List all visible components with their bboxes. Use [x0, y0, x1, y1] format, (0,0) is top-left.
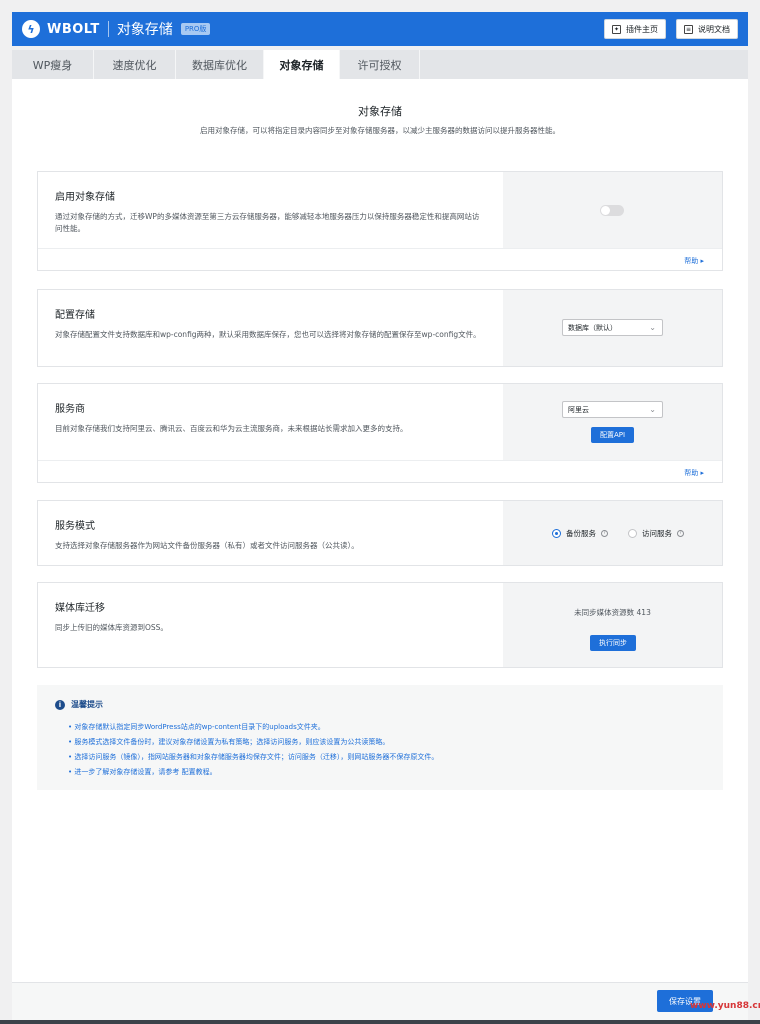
tips-box: i 温馨提示 对象存储默认指定同步WordPress站点的wp-content目… [37, 685, 723, 790]
document-icon: ≡ [684, 24, 693, 34]
page-title: 对象存储 [358, 105, 402, 118]
provider-title: 服务商 [55, 404, 85, 415]
list-item: 对象存储默认指定同步WordPress站点的wp-content目录下的uplo… [68, 720, 705, 735]
page-description: 启用对象存储，可以将指定目录内容同步至对象存储服务器，以减少主服务器的数据访问以… [200, 126, 560, 135]
plugin-home-button[interactable]: ✦ 插件主页 [604, 19, 666, 39]
provider-footer: 帮助 ▸ [38, 460, 722, 482]
backup-service-label[interactable]: 备份服务 [566, 528, 596, 539]
config-storage-info: 配置存储 对象存储配置文件支持数据库和wp-config两种，默认采用数据库保存… [38, 290, 503, 357]
configure-api-button[interactable]: 配置API [591, 427, 634, 443]
list-item: 选择访问服务（镜像），指网站服务器和对象存储服务器均保存文件；访问服务（迁移），… [68, 750, 705, 765]
unsynced-media-count: 未同步媒体资源数 413 [574, 608, 651, 617]
list-item: 服务模式选择文件备份时，建议对象存储设置为私有策略；选择访问服务，则应该设置为公… [68, 735, 705, 750]
config-storage-card: 配置存储 对象存储配置文件支持数据库和wp-config两种，默认采用数据库保存… [37, 289, 723, 367]
tab-license[interactable]: 许可授权 [340, 50, 420, 79]
docs-button[interactable]: ≡ 说明文档 [676, 19, 738, 39]
config-storage-title: 配置存储 [55, 310, 95, 321]
puzzle-icon: ✦ [612, 24, 621, 34]
service-mode-card: 服务模式 支持选择对象存储服务器作为网站文件备份服务器（私有）或者文件访问服务器… [37, 500, 723, 566]
enable-storage-card: 启用对象存储 通过对象存储的方式，迁移WP的多媒体资源至第三方云存储服务器，能够… [37, 171, 723, 271]
enable-storage-footer: 帮助 ▸ [38, 248, 722, 270]
media-migrate-control: 未同步媒体资源数 413 执行同步 [503, 583, 722, 667]
header-actions: ✦ 插件主页 ≡ 说明文档 [604, 19, 738, 39]
tab-bar: WP瘦身 速度优化 数据库优化 对象存储 许可授权 [12, 50, 748, 79]
info-icon: i [55, 699, 65, 710]
provider-card: 服务商 目前对象存储我们支持阿里云、腾讯云、百度云和华为云主流服务商，未来根据站… [37, 383, 723, 483]
enable-storage-title: 启用对象存储 [55, 192, 115, 203]
provider-help-link[interactable]: 帮助 ▸ [684, 468, 704, 478]
tips-list: 对象存储默认指定同步WordPress站点的wp-content目录下的uplo… [55, 720, 705, 780]
sync-now-button[interactable]: 执行同步 [590, 635, 636, 651]
tab-object-storage[interactable]: 对象存储 [264, 50, 340, 79]
chevron-down-icon: ⌄ [649, 405, 656, 414]
chevron-down-icon: ⌄ [649, 323, 656, 332]
header-bar: ϟ WBOLT 对象存储 PRO版 ✦ 插件主页 ≡ 说明文档 [12, 12, 748, 46]
config-storage-description: 对象存储配置文件支持数据库和wp-config两种，默认采用数据库保存，您也可以… [55, 330, 481, 339]
help-question-icon[interactable]: ? [677, 530, 684, 537]
bottom-strip [0, 1020, 760, 1024]
tips-title: 温馨提示 [71, 700, 103, 709]
enable-storage-info: 启用对象存储 通过对象存储的方式，迁移WP的多媒体资源至第三方云存储服务器，能够… [38, 172, 503, 251]
service-mode-title: 服务模式 [55, 521, 95, 532]
list-item[interactable]: 进一步了解对象存储设置，请参考 配置教程。 [68, 765, 705, 780]
media-migrate-card: 媒体库迁移 同步上传旧的媒体库资源到OSS。 未同步媒体资源数 413 执行同步 [37, 582, 723, 668]
provider-control: 阿里云 ⌄ 配置API [503, 384, 722, 460]
wbolt-logo-icon: ϟ [22, 20, 40, 38]
config-storage-control: 数据库（默认） ⌄ [503, 290, 722, 366]
provider-info: 服务商 目前对象存储我们支持阿里云、腾讯云、百度云和华为云主流服务商，未来根据站… [38, 384, 503, 451]
help-question-icon[interactable]: ? [601, 530, 608, 537]
access-service-label[interactable]: 访问服务 [642, 528, 672, 539]
brand-name: WBOLT [47, 21, 100, 37]
pro-badge: PRO版 [180, 23, 211, 35]
config-storage-select[interactable]: 数据库（默认） ⌄ [562, 319, 663, 336]
provider-selected: 阿里云 [568, 405, 589, 414]
config-storage-selected: 数据库（默认） [568, 323, 617, 332]
enable-storage-toggle[interactable] [600, 205, 624, 216]
service-mode-options: 备份服务 ? 访问服务 ? [552, 528, 684, 539]
plugin-home-label: 插件主页 [626, 24, 658, 34]
enable-storage-control [503, 172, 722, 248]
media-migrate-description: 同步上传旧的媒体库资源到OSS。 [55, 623, 168, 632]
footer-bar [12, 982, 748, 1020]
tab-wp-slim[interactable]: WP瘦身 [12, 50, 94, 79]
watermark-text: www.yun88.cn [690, 1001, 760, 1011]
docs-label: 说明文档 [698, 24, 730, 34]
tab-database[interactable]: 数据库优化 [176, 50, 264, 79]
backup-service-radio[interactable] [552, 529, 561, 538]
provider-select[interactable]: 阿里云 ⌄ [562, 401, 663, 418]
provider-description: 目前对象存储我们支持阿里云、腾讯云、百度云和华为云主流服务商，未来根据站长需求加… [55, 424, 408, 433]
main-panel: 对象存储 启用对象存储，可以将指定目录内容同步至对象存储服务器，以减少主服务器的… [12, 79, 748, 982]
service-mode-info: 服务模式 支持选择对象存储服务器作为网站文件备份服务器（私有）或者文件访问服务器… [38, 501, 503, 568]
tab-speed[interactable]: 速度优化 [94, 50, 176, 79]
enable-help-link[interactable]: 帮助 ▸ [684, 256, 704, 266]
tips-header: i 温馨提示 [55, 699, 705, 710]
enable-storage-description: 通过对象存储的方式，迁移WP的多媒体资源至第三方云存储服务器，能够减轻本地服务器… [55, 212, 480, 233]
header-divider [107, 21, 109, 37]
service-mode-control: 备份服务 ? 访问服务 ? [503, 501, 722, 565]
access-service-radio[interactable] [628, 529, 637, 538]
service-mode-description: 支持选择对象存储服务器作为网站文件备份服务器（私有）或者文件访问服务器（公共读）… [55, 541, 359, 550]
product-title: 对象存储 [116, 22, 173, 38]
media-migrate-info: 媒体库迁移 同步上传旧的媒体库资源到OSS。 [38, 583, 503, 650]
media-migrate-title: 媒体库迁移 [55, 603, 105, 614]
